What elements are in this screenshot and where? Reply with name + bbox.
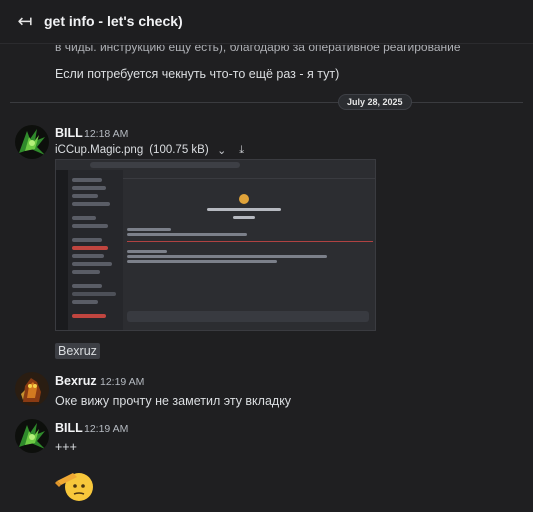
message-timestamp: 12:19 AM [100, 376, 145, 388]
attachment-filename[interactable]: iCCup.Magic.png [55, 144, 143, 156]
screenshot-channel-list [68, 170, 123, 330]
saluting-face-icon [55, 467, 97, 503]
attachment-info: iCCup.Magic.png (100.75 kB) ⌄ ⤓ [55, 143, 249, 157]
download-icon[interactable]: ⤓ [235, 143, 249, 157]
message-author[interactable]: BILL [55, 421, 83, 435]
avatar-bill[interactable] [15, 125, 49, 159]
thread-title: get info - let's check) [44, 13, 183, 29]
back-arrow-icon[interactable]: ↤ [14, 10, 36, 32]
avatar-bexruz[interactable] [15, 372, 49, 406]
attachment-image[interactable] [55, 159, 376, 331]
previous-message: Если потребуется чекнуть что-то ещё раз … [55, 67, 340, 81]
chevron-down-icon[interactable]: ⌄ [215, 143, 229, 157]
screenshot-chat-area [123, 170, 375, 330]
avatar-bill[interactable] [15, 419, 49, 453]
screenshot-server-rail [56, 170, 68, 330]
date-divider-pill: July 28, 2025 [338, 94, 412, 110]
user-mention[interactable]: Bexruz [55, 343, 100, 359]
message-author[interactable]: BILL [55, 126, 83, 140]
screenshot-browser-bar [56, 160, 375, 170]
message-text: +++ [55, 440, 77, 454]
date-divider-line [10, 102, 523, 103]
message-author[interactable]: Bexruz [55, 374, 97, 388]
message-timestamp: 12:19 AM [84, 423, 129, 435]
attachment-size: (100.75 kB) [149, 144, 209, 156]
chat-header: ↤ get info - let's check) [0, 0, 533, 44]
message-timestamp: 12:18 AM [84, 128, 129, 140]
message-text: Оке вижу прочту не заметил эту вкладку [55, 394, 292, 408]
